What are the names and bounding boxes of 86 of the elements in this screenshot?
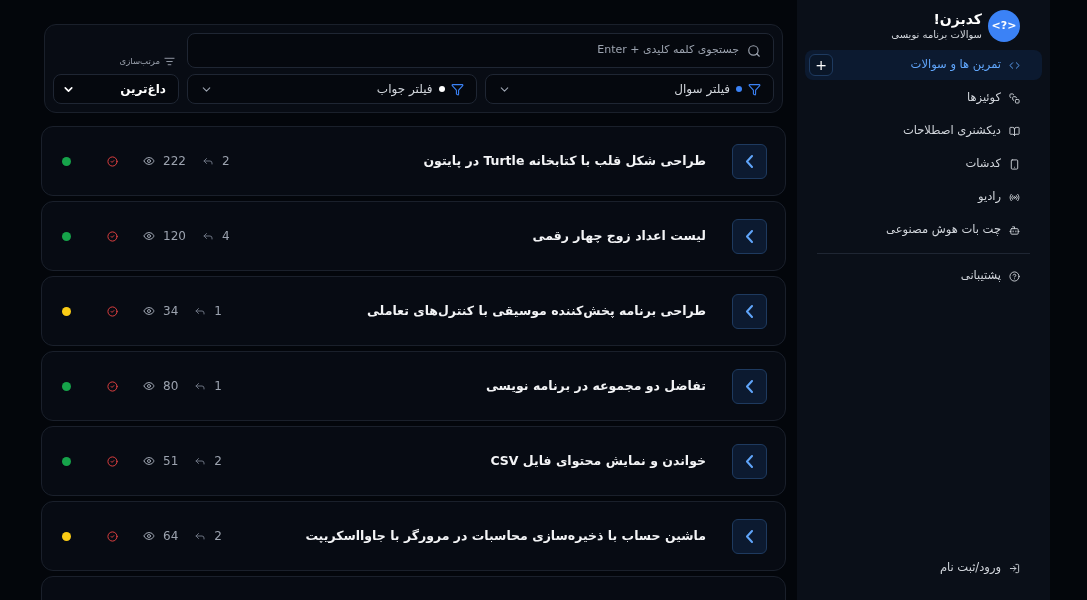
sidebar-item[interactable]: تمرین ها و سوالات + [805, 50, 1042, 80]
eye-icon [143, 305, 155, 317]
help-icon [1009, 270, 1020, 282]
menu-icon [1009, 224, 1020, 236]
open-button[interactable] [732, 443, 767, 479]
menu-icon [1009, 92, 1020, 104]
view-count: 64 [163, 528, 179, 545]
sidebar-item[interactable]: رادیو [805, 182, 1042, 212]
eye-icon [143, 530, 155, 542]
filter-dropdown[interactable]: فیلتر سوال [484, 74, 774, 104]
filter-label: فیلتر جواب [376, 81, 433, 98]
question-title: خواندن و نمایش محتوای فایل CSV [490, 451, 706, 470]
menu-label: چت بات هوش مصنوعی [886, 221, 1001, 239]
chevron-icon [746, 229, 753, 243]
open-button[interactable] [732, 368, 767, 404]
filter-label: فیلتر سوال [674, 81, 730, 98]
chevron-icon [746, 529, 753, 543]
menu-label: کوئیزها [967, 89, 1001, 107]
reply-count: 2 [214, 453, 222, 470]
sidebar-item[interactable]: کوئیزها [805, 83, 1042, 113]
status-check-icon [107, 380, 118, 392]
status-check-icon [107, 455, 118, 467]
filter-dropdown[interactable]: فیلتر جواب [187, 74, 477, 104]
chevron-icon [746, 154, 753, 168]
status-check-icon [107, 155, 118, 167]
reply-icon [194, 455, 207, 467]
question-title: ماشین حساب با ذخیره‌سازی محاسبات در مرورگر با جاوااسکریپت [305, 526, 706, 545]
question-title: طراحی برنامه پخش‌کننده موسیقی با کنترل‌های تعاملی [366, 301, 706, 320]
chevron-icon [746, 379, 753, 393]
menu-label: دیکشنری اصطلاحات [902, 122, 1001, 140]
menu-icon [1009, 158, 1020, 170]
reply-icon [194, 530, 207, 542]
menu-icon [1009, 191, 1020, 203]
eye-icon [143, 155, 155, 167]
menu-label: کدشات [965, 155, 1001, 173]
menu-icon [1009, 59, 1020, 71]
reply-count: 2 [214, 528, 222, 545]
support-link[interactable]: پشتیبانی [805, 262, 1042, 290]
search-field[interactable]: جستجوی کلمه کلیدی + Enter [187, 33, 774, 68]
logo-icon: <?> [988, 10, 1020, 42]
status-check-icon [107, 305, 118, 317]
chevron-icon [746, 454, 753, 468]
sidebar-item[interactable]: دیکشنری اصطلاحات [805, 116, 1042, 146]
add-button[interactable]: + [809, 54, 833, 76]
reply-count: 1 [214, 378, 222, 395]
view-count: 222 [163, 153, 186, 170]
menu-label: تمرین ها و سوالات [910, 56, 1001, 74]
reply-count: 2 [221, 153, 230, 170]
app-subtitle: سوالات برنامه نویسی [891, 28, 982, 42]
question-title: طراحی شکل قلب با کتابخانه Turtle در پایتون [423, 151, 706, 170]
login-link[interactable]: ورود/ثبت نام [805, 554, 1042, 582]
reply-count: 4 [221, 228, 230, 245]
open-button[interactable] [732, 143, 767, 179]
menu-label: رادیو [978, 188, 1001, 206]
reply-icon [201, 230, 214, 242]
eye-icon [143, 230, 155, 242]
filter-icon [748, 82, 761, 96]
sidebar-item[interactable]: کدشات [805, 149, 1042, 179]
app-title: کدبزن! [932, 10, 982, 27]
login-icon [1009, 562, 1020, 574]
menu-icon [1009, 125, 1020, 137]
sort-select[interactable]: داغ‌ترین [53, 74, 179, 104]
reply-icon [201, 155, 214, 167]
search-icon [747, 43, 761, 58]
view-count: 34 [163, 303, 179, 320]
reply-icon [194, 305, 207, 317]
question-title: لیست اعداد زوج چهار رقمی [532, 226, 706, 245]
eye-icon [143, 455, 155, 467]
open-button[interactable] [732, 293, 767, 329]
open-button[interactable] [732, 218, 767, 254]
status-check-icon [107, 230, 118, 242]
chevron-icon [746, 304, 753, 318]
open-button[interactable] [732, 518, 767, 554]
eye-icon [143, 380, 155, 392]
sort-icon [164, 56, 175, 68]
view-count: 80 [163, 378, 179, 395]
reply-icon [194, 380, 207, 392]
view-count: 120 [163, 228, 186, 245]
search-input[interactable]: جستجوی کلمه کلیدی + Enter [200, 42, 739, 59]
question-title: تفاضل دو مجموعه در برنامه نویسی [485, 376, 706, 395]
reply-count: 1 [214, 303, 222, 320]
view-count: 51 [163, 453, 179, 470]
filter-icon [450, 82, 464, 96]
sidebar-item[interactable]: چت بات هوش مصنوعی [805, 215, 1042, 245]
sort-label: مرتب‌سازی [119, 55, 160, 68]
status-check-icon [107, 530, 118, 542]
